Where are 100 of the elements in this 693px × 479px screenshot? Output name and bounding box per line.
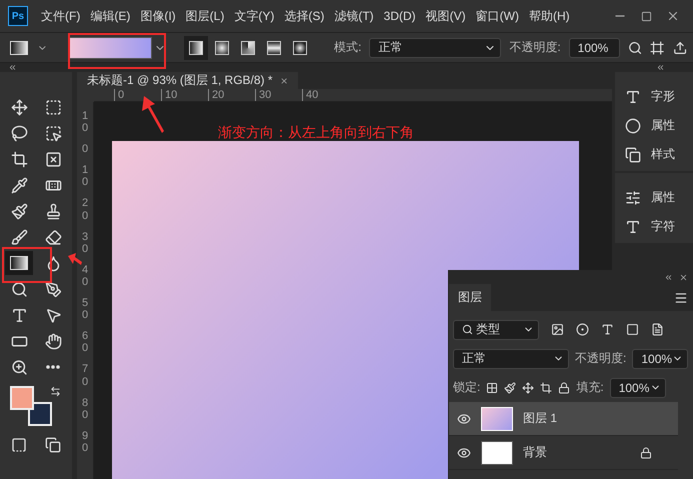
menu-item[interactable]: 窗口(W) (470, 8, 524, 24)
brush-icon (10, 202, 28, 220)
search-icon[interactable] (628, 40, 642, 56)
lock-label: 锁定: (453, 379, 480, 396)
type-icon (10, 306, 28, 324)
ruler-number: 20 (80, 197, 90, 222)
ruler-number: 90 (80, 430, 90, 454)
arrow (68, 252, 82, 266)
menu-item[interactable]: 3D(D) (378, 9, 421, 23)
panel-button[interactable]: 字形 (619, 84, 689, 109)
adjustment-filter-icon[interactable] (576, 323, 589, 336)
more-icon (46, 365, 60, 369)
mode-label: 模式: (334, 39, 362, 56)
layer-name: 背景 (523, 444, 548, 461)
ruler-number: 0 (80, 143, 90, 156)
close-icon[interactable] (679, 272, 688, 282)
object-select-icon (44, 124, 62, 142)
menu-item[interactable]: 帮助(H) (524, 8, 575, 24)
tab-close[interactable]: × (280, 74, 288, 88)
ruler-number: 40 (302, 89, 349, 101)
highlight-frame (2, 247, 52, 283)
layer-name: 图层 1 (523, 410, 558, 427)
swap-icon[interactable] (50, 386, 61, 397)
panel-button[interactable]: 字符 (619, 214, 689, 239)
image-filter-icon[interactable] (551, 323, 564, 336)
opacity-field[interactable]: 100% (632, 348, 688, 368)
panel-button[interactable]: 属性 (619, 185, 689, 210)
ruler-number: 10 (80, 164, 90, 188)
panel-button[interactable]: 样式 (619, 142, 689, 167)
crop-icon (10, 150, 28, 168)
ruler-number: 50 (80, 297, 90, 322)
fill-label: 填充: (576, 379, 604, 396)
eye-icon[interactable] (457, 412, 471, 426)
type-filter-icon[interactable] (601, 323, 614, 336)
ruler-number: 40 (80, 264, 90, 288)
document-tab[interactable]: 未标题-1 @ 93% (图层 1, RGB/8) * × (77, 72, 298, 89)
filter-dropdown[interactable]: 类型 (453, 320, 539, 340)
collapse-icon[interactable] (664, 272, 673, 282)
opacity-label: 不透明度: (575, 350, 626, 367)
ruler-number: 80 (80, 396, 90, 421)
lock-icon[interactable] (558, 382, 570, 394)
stamp-icon (44, 202, 62, 220)
gradient-type-button[interactable] (184, 36, 208, 60)
shape-filter-icon[interactable] (626, 323, 639, 336)
gradient-picker[interactable] (68, 36, 152, 58)
menu-item[interactable]: 滤镜(T) (329, 8, 379, 24)
ruler-number: 10 (161, 89, 208, 101)
marquee-icon (44, 98, 62, 116)
background-color-swatch[interactable] (28, 402, 52, 426)
brush-icon[interactable] (504, 382, 516, 394)
annotation-text: 渐变方向：从左上角向到右下角 (218, 124, 414, 142)
ruler-number: 70 (80, 363, 90, 388)
zoom-icon (10, 358, 28, 376)
layer-row[interactable]: 图层 1 (449, 402, 678, 436)
ruler-number: 30 (80, 230, 90, 255)
brush-icon (10, 228, 28, 246)
eyedropper-icon (10, 176, 28, 194)
quick-mask-icon (11, 437, 27, 453)
menu-item[interactable]: 文件(F) (36, 8, 86, 24)
move-icon[interactable] (522, 382, 534, 394)
layers-tab[interactable]: 图层 (449, 284, 491, 311)
lasso-icon (10, 124, 28, 142)
fill-field[interactable]: 100% (610, 378, 666, 398)
pointer-icon (44, 306, 62, 324)
foreground-color-swatch[interactable] (10, 386, 34, 410)
ruler-number: 10 (80, 110, 90, 134)
opacity-label: 不透明度: (509, 39, 561, 56)
character-icon (625, 218, 641, 234)
eye-icon[interactable] (457, 446, 471, 460)
ruler-number: 20 (208, 89, 255, 101)
menu-item[interactable]: 文字(Y) (229, 8, 280, 24)
opacity-field[interactable]: 100% (568, 38, 620, 58)
pen-icon (44, 280, 62, 298)
collapse-icon[interactable] (8, 63, 17, 72)
share-icon[interactable] (672, 40, 687, 56)
layer-thumbnail (481, 406, 513, 430)
maximize-icon (641, 10, 652, 22)
glyph-icon (625, 88, 641, 104)
menu-item[interactable]: 视图(V) (420, 8, 471, 24)
layer-thumbnail (481, 440, 513, 464)
sliders-icon (625, 190, 641, 206)
lock-pixels-icon[interactable] (486, 382, 498, 394)
blend-mode-dropdown[interactable]: 正常 (453, 348, 569, 368)
frame-icon (44, 150, 62, 168)
gradient-icon (10, 256, 28, 270)
mode-dropdown[interactable]: 正常 (369, 38, 502, 58)
smart-object-filter-icon[interactable] (651, 323, 664, 336)
tool-button[interactable] (5, 251, 33, 275)
menu-icon[interactable] (674, 290, 688, 304)
menu-item[interactable]: 编辑(E) (85, 8, 136, 24)
panel-button[interactable]: 属性 (619, 113, 689, 138)
ruler-number: 30 (255, 89, 302, 101)
move-icon (10, 98, 28, 116)
menu-item[interactable]: 选择(S) (279, 8, 330, 24)
ruler-number: 60 (80, 330, 90, 354)
menu-item[interactable]: 图像(I) (135, 8, 181, 24)
menu-item[interactable]: 图层(L) (180, 8, 230, 24)
crop-icon[interactable] (540, 382, 552, 394)
hand-icon (44, 332, 62, 350)
collapse-icon[interactable] (656, 63, 665, 72)
